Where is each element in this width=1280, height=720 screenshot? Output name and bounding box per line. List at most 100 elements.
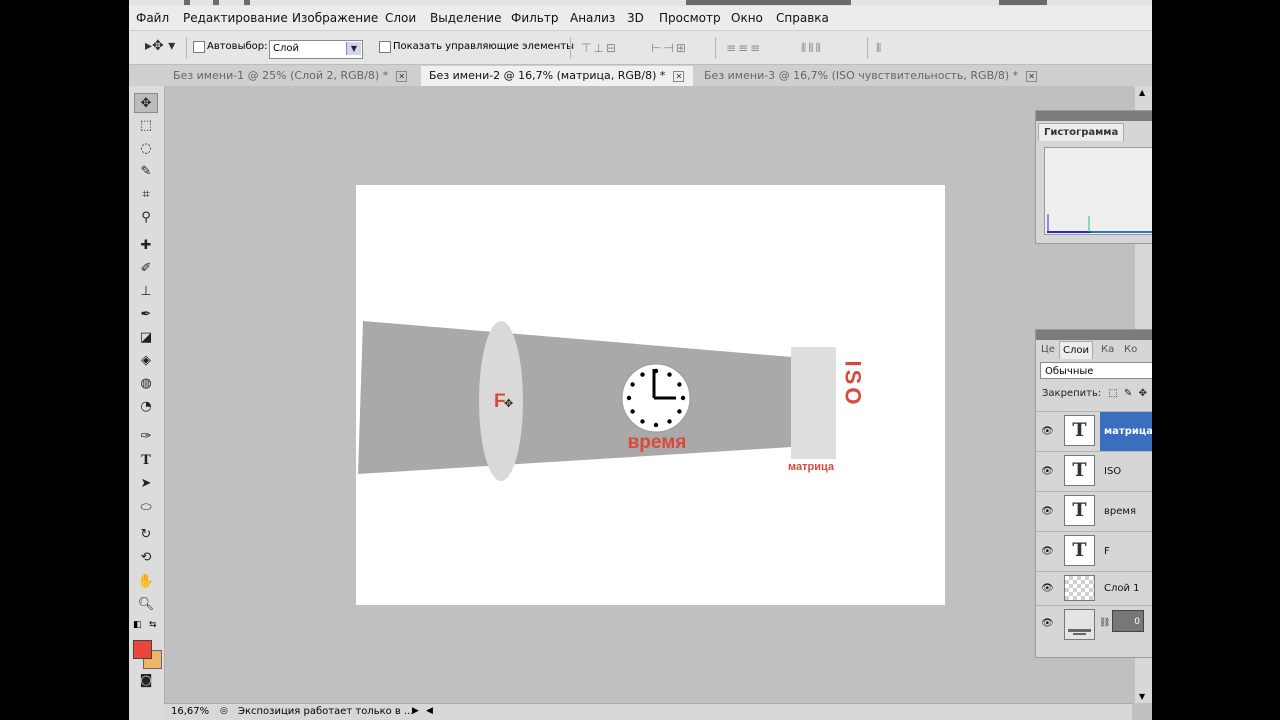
tab-doc-3[interactable]: Без имени-3 @ 16,7% (ISO чувствительност… xyxy=(704,66,1054,86)
scroll-left-icon[interactable]: ◀ xyxy=(426,706,433,716)
tab-doc-2[interactable]: Без имени-2 @ 16,7% (матрица, RGB/8) * ✕ xyxy=(421,66,693,86)
layer-row[interactable]: 👁︎ T время xyxy=(1036,491,1152,531)
show-controls-checkbox[interactable] xyxy=(379,41,391,53)
eraser-icon[interactable]: ◪ xyxy=(134,328,158,348)
menu-help[interactable]: Справка xyxy=(776,11,829,25)
layer-row[interactable]: 👁︎ Слой 1 xyxy=(1036,571,1152,605)
scroll-down-icon[interactable]: ▼ xyxy=(1139,692,1145,701)
text-layer-thumb: T xyxy=(1064,455,1095,486)
autoselect-label: Автовыбор: xyxy=(207,41,268,52)
layer-row[interactable]: 👁︎ ⛓ 0 xyxy=(1036,605,1152,644)
default-colors-icon[interactable]: ◧ xyxy=(133,620,142,630)
tab-ka[interactable]: Ка xyxy=(1098,341,1117,358)
layers-panel: Це Слои Ка Ко Обычные Закрепить: ⬚ ✎ ✥ 👁… xyxy=(1035,329,1152,658)
path-select-icon[interactable]: ➤ xyxy=(134,474,158,494)
histogram-panel: Гистограмма xyxy=(1035,110,1152,244)
hand-icon[interactable]: ✋ xyxy=(134,572,158,592)
healing-icon[interactable]: ✚ xyxy=(134,236,158,256)
eyedropper-icon[interactable]: ⚲ xyxy=(134,208,158,228)
autoselect-checkbox[interactable] xyxy=(193,41,205,53)
zoom-icon[interactable]: 🔍︎ xyxy=(134,595,158,615)
move-tool-preset-icon[interactable]: ▸✥ ▾ xyxy=(145,38,175,54)
eye-icon[interactable]: 👁︎ xyxy=(1041,546,1054,557)
document-canvas[interactable]: F ✥ время ISO матрица xyxy=(356,185,945,605)
chevron-down-icon: ▼ xyxy=(346,42,361,55)
mask-thumb: 0 xyxy=(1112,610,1144,632)
dodge-icon[interactable]: ◔ xyxy=(134,397,158,417)
tab-doc-1[interactable]: Без имени-1 @ 25% (Слой 2, RGB/8) * ✕ xyxy=(173,66,418,86)
menu-analysis[interactable]: Анализ xyxy=(570,11,615,25)
move-tool-icon[interactable]: ✥ xyxy=(134,93,158,113)
menu-filter[interactable]: Фильтр xyxy=(511,11,558,25)
title-workspace[interactable] xyxy=(999,0,1047,5)
bucket-icon[interactable]: ◈ xyxy=(134,351,158,371)
3d-rotate-icon[interactable]: ↻ xyxy=(134,525,158,545)
auto-align-icon[interactable]: ⦀ xyxy=(876,41,883,56)
menu-edit[interactable]: Редактирование xyxy=(183,11,288,25)
marquee-icon[interactable]: ⬚ xyxy=(134,116,158,136)
lock-paint-icon[interactable]: ✎ xyxy=(1124,388,1132,399)
layer-row[interactable]: 👁︎ T ISO xyxy=(1036,451,1152,491)
text-layer-thumb: T xyxy=(1064,495,1095,526)
close-icon[interactable]: ✕ xyxy=(1026,70,1038,82)
title-button[interactable] xyxy=(244,0,250,5)
blend-mode-select[interactable]: Обычные xyxy=(1040,362,1152,379)
eye-icon[interactable]: 👁︎ xyxy=(1041,583,1054,594)
layers-panel-tabs: Це Слои Ка Ко xyxy=(1036,341,1152,359)
iso-label: ISO xyxy=(841,361,866,408)
close-icon[interactable]: ✕ xyxy=(396,70,408,82)
swap-colors-icon[interactable]: ⇆ xyxy=(149,620,157,630)
distribute-h-icons[interactable]: ⦀⦀⦀ xyxy=(801,41,823,56)
tab-histogram[interactable]: Гистограмма xyxy=(1038,123,1125,141)
crop-icon[interactable]: ⌗ xyxy=(134,185,158,205)
title-search[interactable] xyxy=(686,0,851,5)
status-bar: 16,67% ◎ Экспозиция работает только в ..… xyxy=(164,703,1132,720)
foreground-color-swatch[interactable] xyxy=(133,640,152,659)
menu-view[interactable]: Просмотр xyxy=(659,11,721,25)
layer-row[interactable]: 👁︎ T F xyxy=(1036,531,1152,571)
menu-window[interactable]: Окно xyxy=(731,11,763,25)
zoom-level[interactable]: 16,67% xyxy=(171,706,209,717)
eye-icon[interactable]: 👁︎ xyxy=(1041,426,1054,437)
menu-3d[interactable]: 3D xyxy=(627,11,644,25)
lasso-icon[interactable]: ◌ xyxy=(134,139,158,159)
photoshop-window: Файл Редактирование Изображение Слои Выд… xyxy=(129,0,1152,720)
ellipse-icon[interactable]: ⬭ xyxy=(134,498,158,518)
panel-header[interactable] xyxy=(1036,111,1152,121)
eye-icon[interactable]: 👁︎ xyxy=(1041,506,1054,517)
eye-icon[interactable]: 👁︎ xyxy=(1041,466,1054,477)
menu-select[interactable]: Выделение xyxy=(430,11,501,25)
stamp-icon[interactable]: ⊥ xyxy=(134,282,158,302)
menu-file[interactable]: Файл xyxy=(136,11,169,25)
type-icon[interactable]: T xyxy=(134,451,158,471)
tab-layers[interactable]: Слои xyxy=(1059,341,1093,359)
lock-move-icon[interactable]: ✥ xyxy=(1139,388,1147,399)
tab-ko[interactable]: Ко xyxy=(1121,341,1140,358)
tab-channels[interactable]: Це xyxy=(1038,341,1058,358)
quick-select-icon[interactable]: ✎ xyxy=(134,162,158,182)
link-icon: ⛓ xyxy=(1099,618,1111,628)
title-button[interactable] xyxy=(213,0,219,5)
show-controls-label: Показать управляющие элементы xyxy=(393,41,575,52)
scroll-up-icon[interactable]: ▲ xyxy=(1139,88,1145,97)
status-info: Экспозиция работает только в ... xyxy=(238,706,414,717)
3d-orbit-icon[interactable]: ⟲ xyxy=(134,548,158,568)
menu-layers[interactable]: Слои xyxy=(385,11,416,25)
title-button[interactable] xyxy=(184,0,190,5)
brush-icon[interactable]: ✐ xyxy=(134,259,158,279)
panel-header[interactable] xyxy=(1036,330,1152,340)
autoselect-select[interactable]: Слой ▼ xyxy=(269,40,363,59)
distribute-icons[interactable]: ≡≡≡ xyxy=(726,41,762,55)
quick-mask-icon[interactable]: ◙ xyxy=(134,671,158,691)
layer-row[interactable]: 👁︎ T матрица xyxy=(1036,411,1152,451)
blur-icon[interactable]: ◍ xyxy=(134,374,158,394)
close-icon[interactable]: ✕ xyxy=(673,70,685,82)
menu-image[interactable]: Изображение xyxy=(292,11,378,25)
pen-icon[interactable]: ✑ xyxy=(134,427,158,447)
history-brush-icon[interactable]: ✒ xyxy=(134,305,158,325)
play-icon[interactable]: ▶ xyxy=(412,706,419,716)
align-centers-icons[interactable]: ⊢⊣⊞ xyxy=(651,41,688,55)
lock-transparency-icon[interactable]: ⬚ xyxy=(1108,388,1117,399)
align-edges-icons[interactable]: ⊤⊥⊟ xyxy=(581,41,618,55)
eye-icon[interactable]: 👁︎ xyxy=(1041,618,1054,629)
